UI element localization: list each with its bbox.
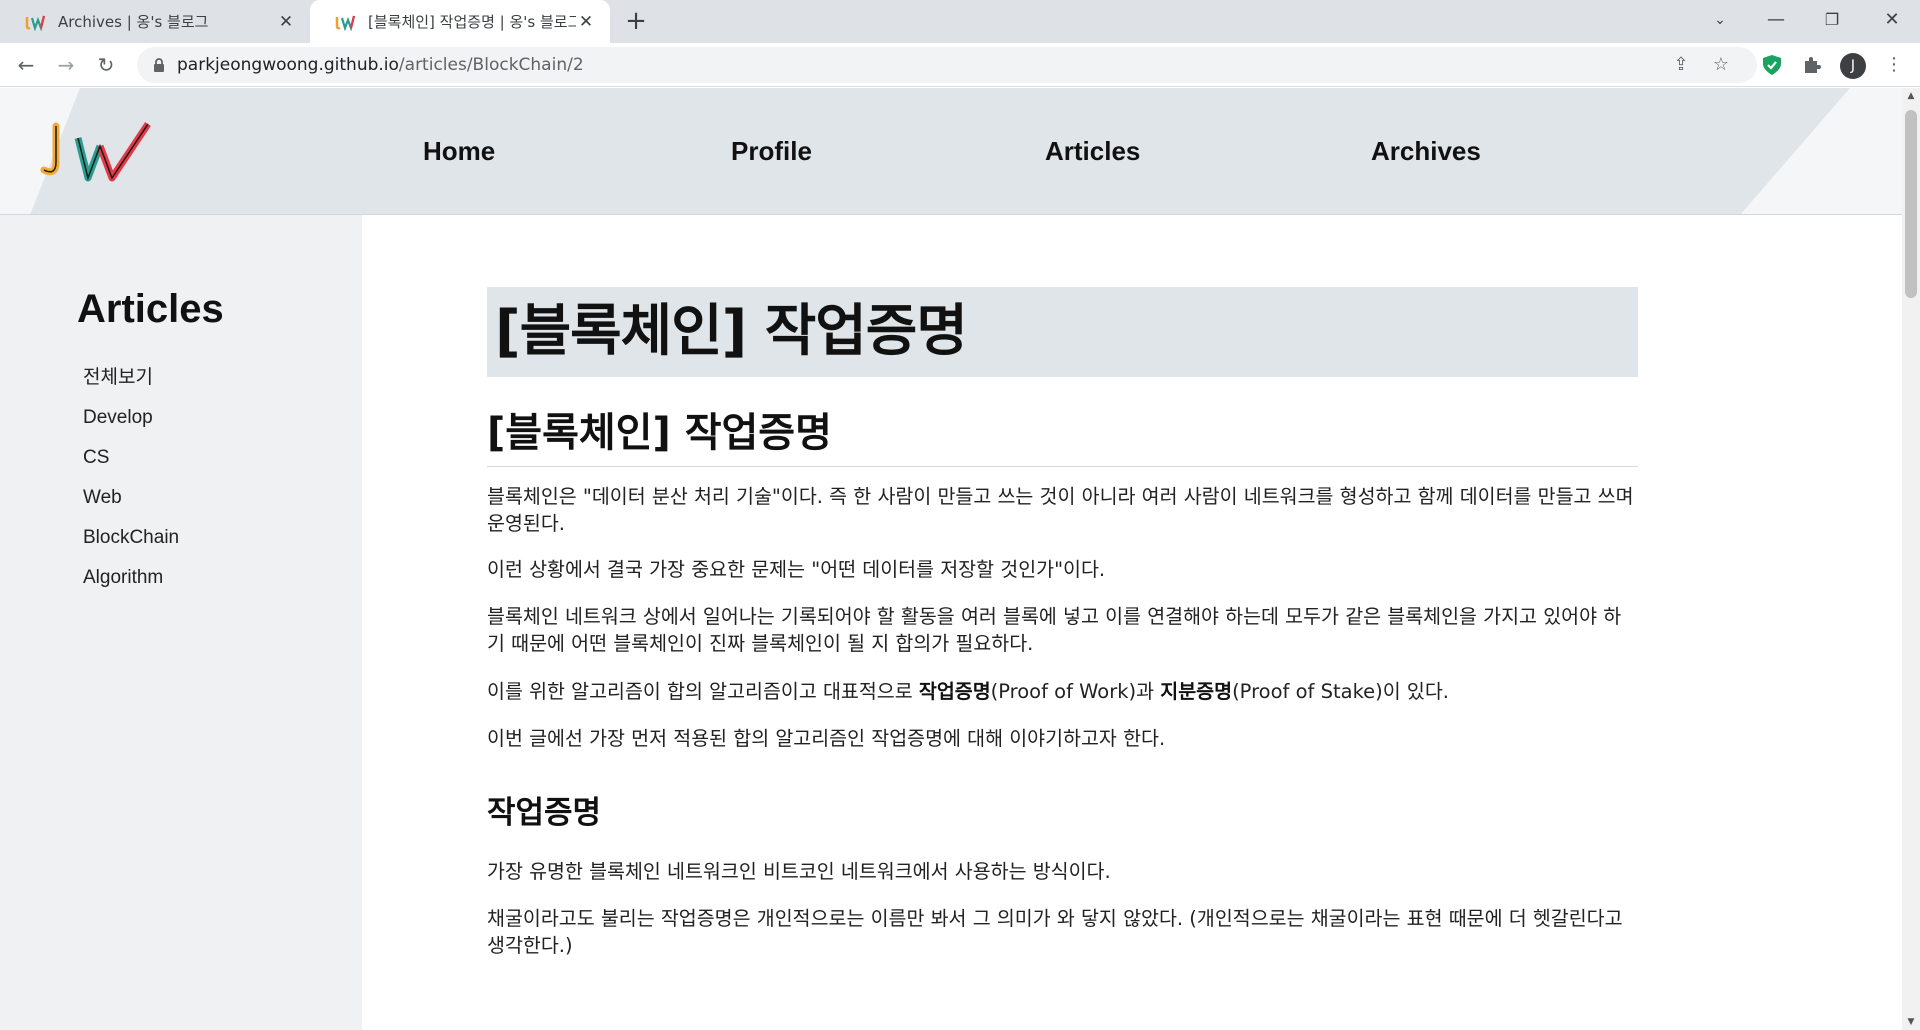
paragraph-6: 가장 유명한 블록체인 네트워크인 비트코인 네트워크에서 사용하는 방식이다.: [487, 860, 1111, 883]
tab-title: [블록체인] 작업증명 | 옹's 블로그: [368, 13, 576, 31]
paragraph-4: 이를 위한 알고리즘이 합의 알고리즘이고 대표적으로 작업증명(Proof o…: [487, 678, 1638, 705]
page-scrollbar[interactable]: ▲ ▼: [1902, 88, 1920, 1030]
p4-text-a: 이를 위한 알고리즘이 합의 알고리즘이고 대표적으로: [487, 680, 919, 703]
url-path: /articles/BlockChain/2: [398, 55, 584, 75]
page-viewport: Home Profile Articles Archives Articles …: [0, 88, 1902, 1030]
back-button[interactable]: ←: [10, 49, 42, 81]
sidebar-title: Articles: [77, 287, 224, 331]
address-bar[interactable]: parkjeongwoong.github.io/articles/BlockC…: [137, 47, 1757, 83]
sidebar-item-cs[interactable]: CS: [83, 445, 179, 485]
sidebar-item-web[interactable]: Web: [83, 485, 179, 525]
url-host: parkjeongwoong.github.io: [177, 55, 399, 75]
paragraph-5: 이번 글에선 가장 먼저 적용된 합의 알고리즘인 작업증명에 대해 이야기하고…: [487, 727, 1166, 750]
paragraph-7: 채굴이라고도 불리는 작업증명은 개인적으로는 이름만 봐서 그 의미가 와 닿…: [487, 907, 1623, 957]
close-tab-icon[interactable]: ✕: [276, 12, 296, 32]
forward-button[interactable]: →: [50, 49, 82, 81]
site-logo[interactable]: [36, 118, 156, 186]
shield-extension-icon[interactable]: [1760, 53, 1784, 77]
lock-icon: [154, 58, 164, 72]
paragraph-2: 이런 상황에서 결국 가장 중요한 문제는 "어떤 데이터를 저장할 것인가"이…: [487, 558, 1106, 581]
sidebar-item-develop[interactable]: Develop: [83, 405, 179, 445]
category-list: 전체보기 Develop CS Web BlockChain Algorithm: [83, 365, 179, 605]
tab-bar: Archives | 옹's 블로그 ✕ [블록체인] 작업증명 | 옹's 블…: [0, 0, 1920, 43]
new-tab-button[interactable]: +: [620, 6, 652, 38]
header-background: [30, 88, 1850, 214]
tab-title: Archives | 옹's 블로그: [58, 13, 209, 31]
nav-home[interactable]: Home: [423, 88, 495, 214]
tab-current-article[interactable]: [블록체인] 작업증명 | 옹's 블로그 ✕: [310, 0, 610, 43]
scroll-down-icon[interactable]: ▼: [1902, 1014, 1920, 1030]
close-tab-icon[interactable]: ✕: [576, 12, 596, 32]
article-title: [블록체인] 작업증명: [495, 299, 968, 364]
extensions-puzzle-icon[interactable]: [1800, 53, 1824, 77]
browser-toolbar: ← → ↻ parkjeongwoong.github.io/articles/…: [0, 43, 1920, 87]
paragraph-3: 블록체인 네트워크 상에서 일어나는 기록되어야 할 활동을 여러 블록에 넣고…: [487, 605, 1622, 655]
reload-button[interactable]: ↻: [90, 49, 122, 81]
url-text: parkjeongwoong.github.io/articles/BlockC…: [177, 47, 584, 83]
site-favicon-icon: [335, 15, 356, 31]
scroll-up-icon[interactable]: ▲: [1902, 88, 1920, 104]
sidebar-item-blockchain[interactable]: BlockChain: [83, 525, 179, 565]
p4-text-c: (Proof of Work)과: [990, 680, 1161, 703]
article-content: [블록체인] 작업증명 [블록체인] 작업증명 블록체인은 "데이터 분산 처리…: [362, 215, 1902, 1030]
paragraph-1: 블록체인은 "데이터 분산 처리 기술"이다. 즉 한 사람이 만들고 쓰는 것…: [487, 485, 1634, 535]
profile-avatar[interactable]: J: [1840, 53, 1866, 79]
site-header: Home Profile Articles Archives: [0, 88, 1902, 215]
close-window-button[interactable]: ✕: [1864, 0, 1920, 43]
sidebar-item-algorithm[interactable]: Algorithm: [83, 565, 179, 605]
nav-archives[interactable]: Archives: [1371, 88, 1481, 214]
share-icon[interactable]: ⇪: [1671, 55, 1691, 75]
bookmark-star-icon[interactable]: ☆: [1711, 55, 1731, 75]
p4-text-e: (Proof of Stake)이 있다.: [1232, 680, 1449, 703]
article-title-box: [블록체인] 작업증명: [487, 287, 1638, 377]
p4-pos-bold: 지분증명: [1160, 680, 1233, 703]
more-menu-icon[interactable]: ⋮: [1882, 53, 1906, 77]
section-heading-pow: 작업증명: [487, 795, 602, 831]
tab-search-icon[interactable]: ⌄: [1692, 0, 1748, 43]
minimize-button[interactable]: —: [1748, 0, 1804, 43]
restore-button[interactable]: ❐: [1804, 0, 1860, 43]
nav-profile[interactable]: Profile: [731, 88, 812, 214]
tab-archives[interactable]: Archives | 옹's 블로그 ✕: [0, 0, 310, 43]
sidebar: Articles 전체보기 Develop CS Web BlockChain …: [0, 215, 362, 1030]
nav-articles[interactable]: Articles: [1045, 88, 1140, 214]
scroll-thumb[interactable]: [1905, 110, 1917, 298]
sidebar-item-all[interactable]: 전체보기: [83, 365, 179, 405]
site-favicon-icon: [25, 15, 46, 31]
p4-pow-bold: 작업증명: [918, 680, 991, 703]
article-heading: [블록체인] 작업증명: [487, 405, 1638, 467]
